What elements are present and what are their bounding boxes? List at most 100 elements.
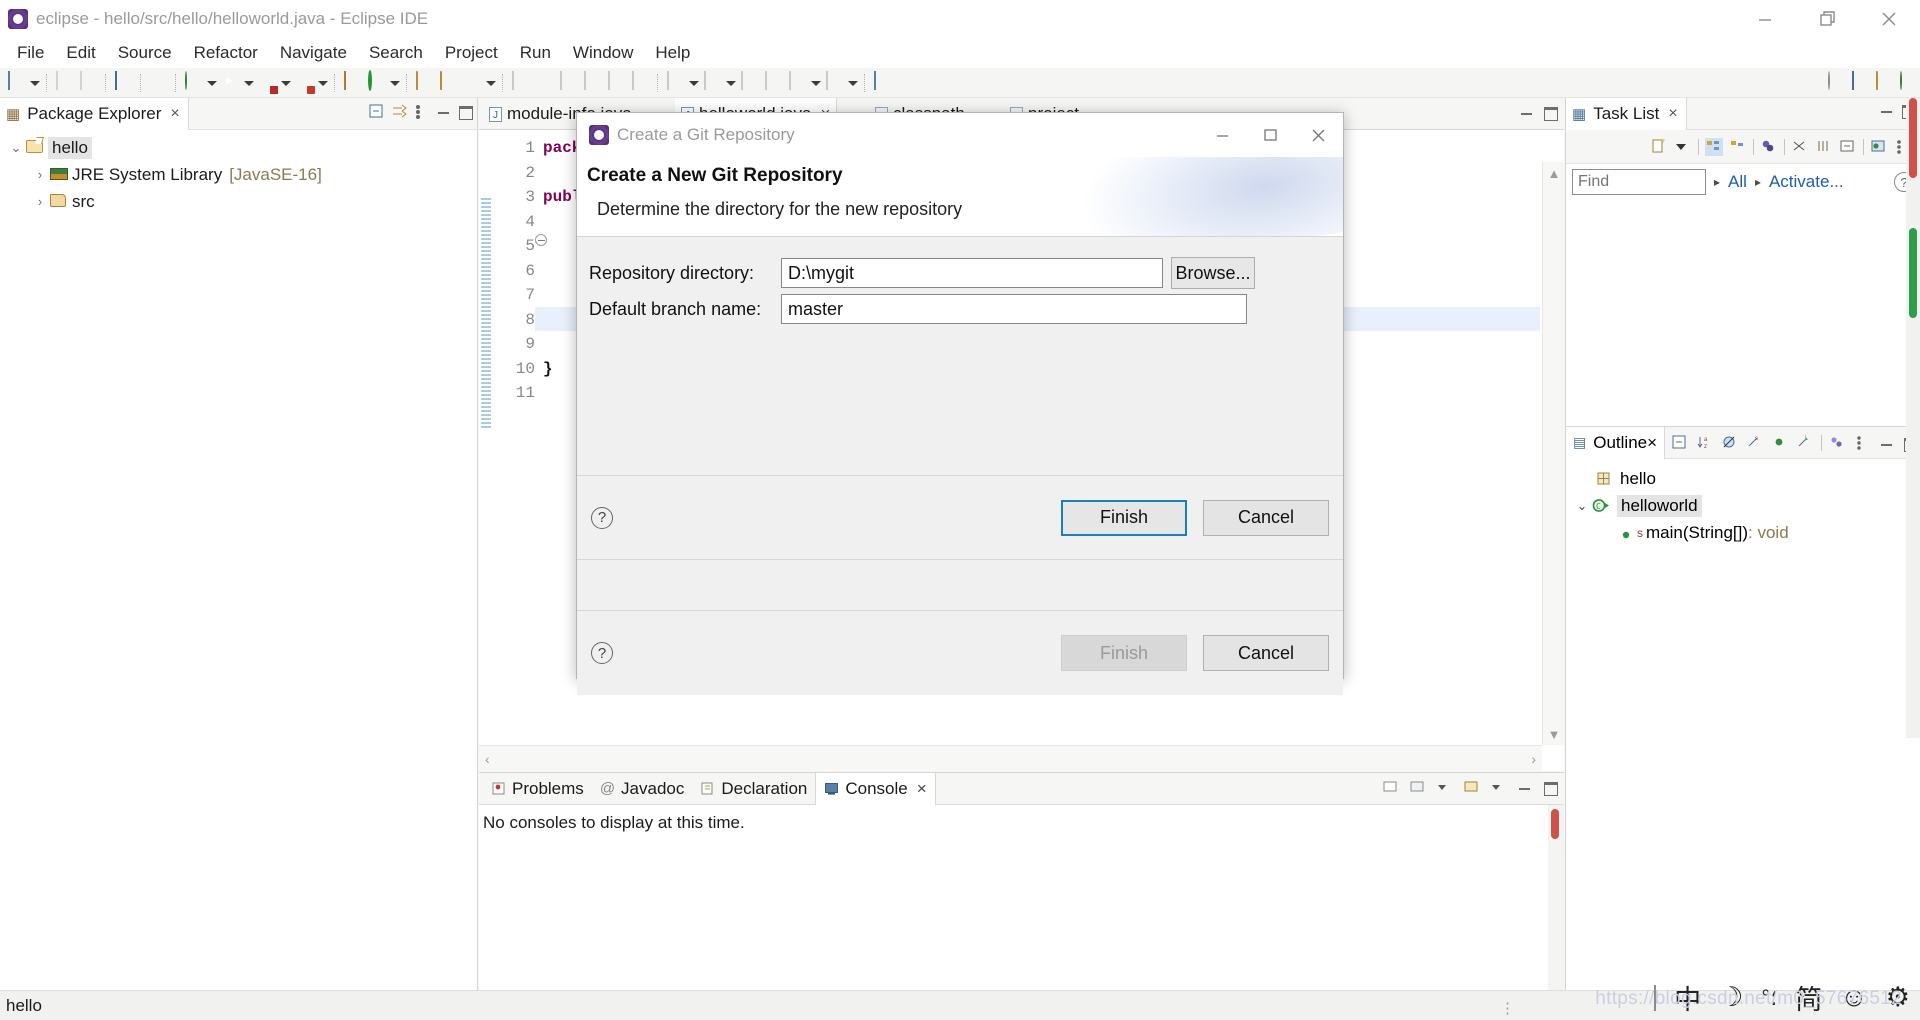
next-annotation-icon[interactable] bbox=[533, 72, 555, 94]
debug-icon[interactable] bbox=[182, 70, 204, 94]
hide-non-public-icon[interactable] bbox=[1771, 434, 1789, 452]
chevron-down-icon[interactable]: ⌄ bbox=[1572, 498, 1592, 514]
finish-button[interactable]: Finish bbox=[1061, 499, 1187, 536]
chevron-right-icon[interactable]: › bbox=[30, 167, 50, 182]
run-dropdown-icon[interactable] bbox=[242, 72, 255, 94]
ime-punctuation-icon[interactable]: °؛ bbox=[1761, 985, 1777, 1011]
maximize-icon[interactable] bbox=[457, 103, 473, 120]
close-icon[interactable]: × bbox=[1668, 105, 1677, 123]
tab-task-list[interactable]: ▦ Task List × bbox=[1566, 98, 1687, 130]
search-icon[interactable] bbox=[509, 70, 531, 94]
toggle-block-selection-icon[interactable] bbox=[605, 70, 627, 94]
console-vertical-scrollbar[interactable] bbox=[1548, 805, 1564, 991]
ime-chinese-mode[interactable]: 中 bbox=[1674, 978, 1701, 1017]
tab-package-explorer[interactable]: ▦ Package Explorer × bbox=[0, 98, 189, 130]
close-icon[interactable]: × bbox=[170, 105, 179, 123]
forward-icon[interactable] bbox=[762, 70, 784, 94]
collapse-all-icon[interactable] bbox=[367, 102, 385, 120]
hide-local-types-icon[interactable]: L bbox=[1796, 434, 1814, 452]
new-java-project-icon[interactable] bbox=[341, 70, 363, 94]
tree-item-jre-system-library[interactable]: › JRE System Library [JavaSE-16] bbox=[0, 161, 477, 188]
menu-file[interactable]: File bbox=[6, 41, 55, 65]
open-task-icon[interactable] bbox=[437, 70, 459, 94]
new-task-icon[interactable] bbox=[1650, 138, 1668, 156]
scroll-left-icon[interactable]: ‹ bbox=[485, 751, 490, 767]
close-icon[interactable] bbox=[1295, 113, 1343, 157]
view-menu-icon[interactable] bbox=[1854, 434, 1872, 452]
pencil-icon[interactable] bbox=[461, 72, 483, 94]
sort-icon[interactable]: az bbox=[1696, 434, 1714, 452]
minimize-icon[interactable] bbox=[1734, 0, 1796, 38]
scroll-up-icon[interactable]: ▲ bbox=[1543, 162, 1565, 184]
previous-edit-icon[interactable] bbox=[786, 70, 808, 94]
maximize-icon[interactable] bbox=[1542, 104, 1558, 121]
cancel-button[interactable]: Cancel bbox=[1203, 499, 1329, 536]
run-icon[interactable] bbox=[219, 72, 241, 94]
open-console-icon[interactable] bbox=[1382, 779, 1400, 797]
external-tools-icon[interactable] bbox=[293, 72, 315, 94]
menu-help[interactable]: Help bbox=[644, 41, 701, 65]
minimize-icon[interactable] bbox=[1519, 104, 1535, 120]
menu-search[interactable]: Search bbox=[358, 41, 434, 65]
editor-vertical-scrollbar[interactable]: ▲ ▼ bbox=[1542, 162, 1564, 745]
close-icon[interactable]: × bbox=[917, 779, 927, 799]
next-edit-icon[interactable] bbox=[823, 70, 845, 94]
new-java-console-icon[interactable] bbox=[112, 70, 134, 94]
right-edge-scrollbar[interactable] bbox=[1906, 98, 1920, 738]
open-declaration-icon[interactable] bbox=[701, 70, 723, 94]
new-wizard-dropdown-icon[interactable] bbox=[28, 72, 41, 94]
display-selected-console-icon[interactable] bbox=[1409, 779, 1427, 797]
focus-on-workweek-icon[interactable] bbox=[1760, 138, 1778, 156]
chevron-down-icon[interactable]: ⌄ bbox=[6, 140, 26, 156]
perspective-java-icon[interactable] bbox=[1849, 70, 1871, 94]
filter-all-link[interactable]: All bbox=[1728, 172, 1747, 192]
minimize-icon[interactable] bbox=[1879, 435, 1895, 451]
view-menu-icon[interactable] bbox=[413, 102, 431, 120]
last-edit-location-icon[interactable] bbox=[664, 70, 686, 94]
search-input[interactable] bbox=[1572, 169, 1706, 195]
dropdown-icon[interactable] bbox=[1436, 779, 1454, 797]
ime-settings-icon[interactable]: ⚙ bbox=[1886, 982, 1910, 1013]
show-whitespace-icon[interactable] bbox=[581, 70, 603, 94]
next-edit-dropdown-icon[interactable] bbox=[846, 72, 859, 94]
menu-run[interactable]: Run bbox=[509, 41, 562, 65]
open-declaration-dropdown-icon[interactable] bbox=[724, 72, 737, 94]
menu-project[interactable]: Project bbox=[434, 41, 509, 65]
previous-edit-dropdown-icon[interactable] bbox=[809, 72, 822, 94]
coverage-dropdown-icon[interactable] bbox=[279, 72, 292, 94]
perspective-debug-icon[interactable] bbox=[1897, 70, 1919, 94]
paragraph-icon[interactable] bbox=[629, 70, 651, 94]
menu-window[interactable]: Window bbox=[562, 41, 644, 65]
toolbar-search-icon[interactable] bbox=[1825, 70, 1847, 94]
help-icon[interactable]: ? bbox=[591, 642, 613, 664]
minimize-view-icon[interactable] bbox=[1839, 138, 1857, 156]
scheduled-presentation-icon[interactable] bbox=[1729, 138, 1747, 156]
tab-javadoc[interactable]: @ Javadoc bbox=[592, 773, 693, 805]
chevron-right-icon[interactable]: ▸ bbox=[1714, 175, 1720, 189]
pencil-dropdown-icon[interactable] bbox=[484, 72, 497, 94]
perspective-open-icon[interactable] bbox=[1873, 70, 1895, 94]
save-all-icon[interactable] bbox=[77, 70, 99, 94]
new-editor-icon[interactable] bbox=[871, 70, 893, 94]
new-wizard-icon[interactable] bbox=[5, 70, 27, 94]
cancel-button-secondary[interactable]: Cancel bbox=[1203, 635, 1329, 671]
restore-icon[interactable] bbox=[1247, 113, 1295, 157]
back-icon[interactable] bbox=[738, 70, 760, 94]
outline-item-helloworld[interactable]: ⌄ C helloworld bbox=[1566, 492, 1920, 519]
ime-simplified-icon[interactable]: 简 bbox=[1795, 978, 1822, 1017]
menu-navigate[interactable]: Navigate bbox=[269, 41, 358, 65]
debug-dropdown-icon[interactable] bbox=[205, 72, 218, 94]
maximize-icon[interactable] bbox=[1542, 779, 1558, 796]
coverage-icon[interactable] bbox=[256, 72, 278, 94]
synchronize-changed-icon[interactable] bbox=[1870, 138, 1888, 156]
new-annotation-dropdown-icon[interactable] bbox=[388, 72, 401, 94]
tree-item-hello[interactable]: ⌄ hello bbox=[0, 134, 477, 161]
scroll-down-icon[interactable]: ▼ bbox=[1543, 723, 1565, 745]
menu-refactor[interactable]: Refactor bbox=[183, 41, 269, 65]
collapse-all-icon[interactable] bbox=[1671, 434, 1689, 452]
external-tools-dropdown-icon[interactable] bbox=[316, 72, 329, 94]
tree-item-src[interactable]: › src bbox=[0, 188, 477, 215]
expand-all-icon[interactable] bbox=[1815, 138, 1833, 156]
ime-emoji-icon[interactable]: ☺ bbox=[1840, 982, 1868, 1013]
menu-source[interactable]: Source bbox=[107, 41, 183, 65]
